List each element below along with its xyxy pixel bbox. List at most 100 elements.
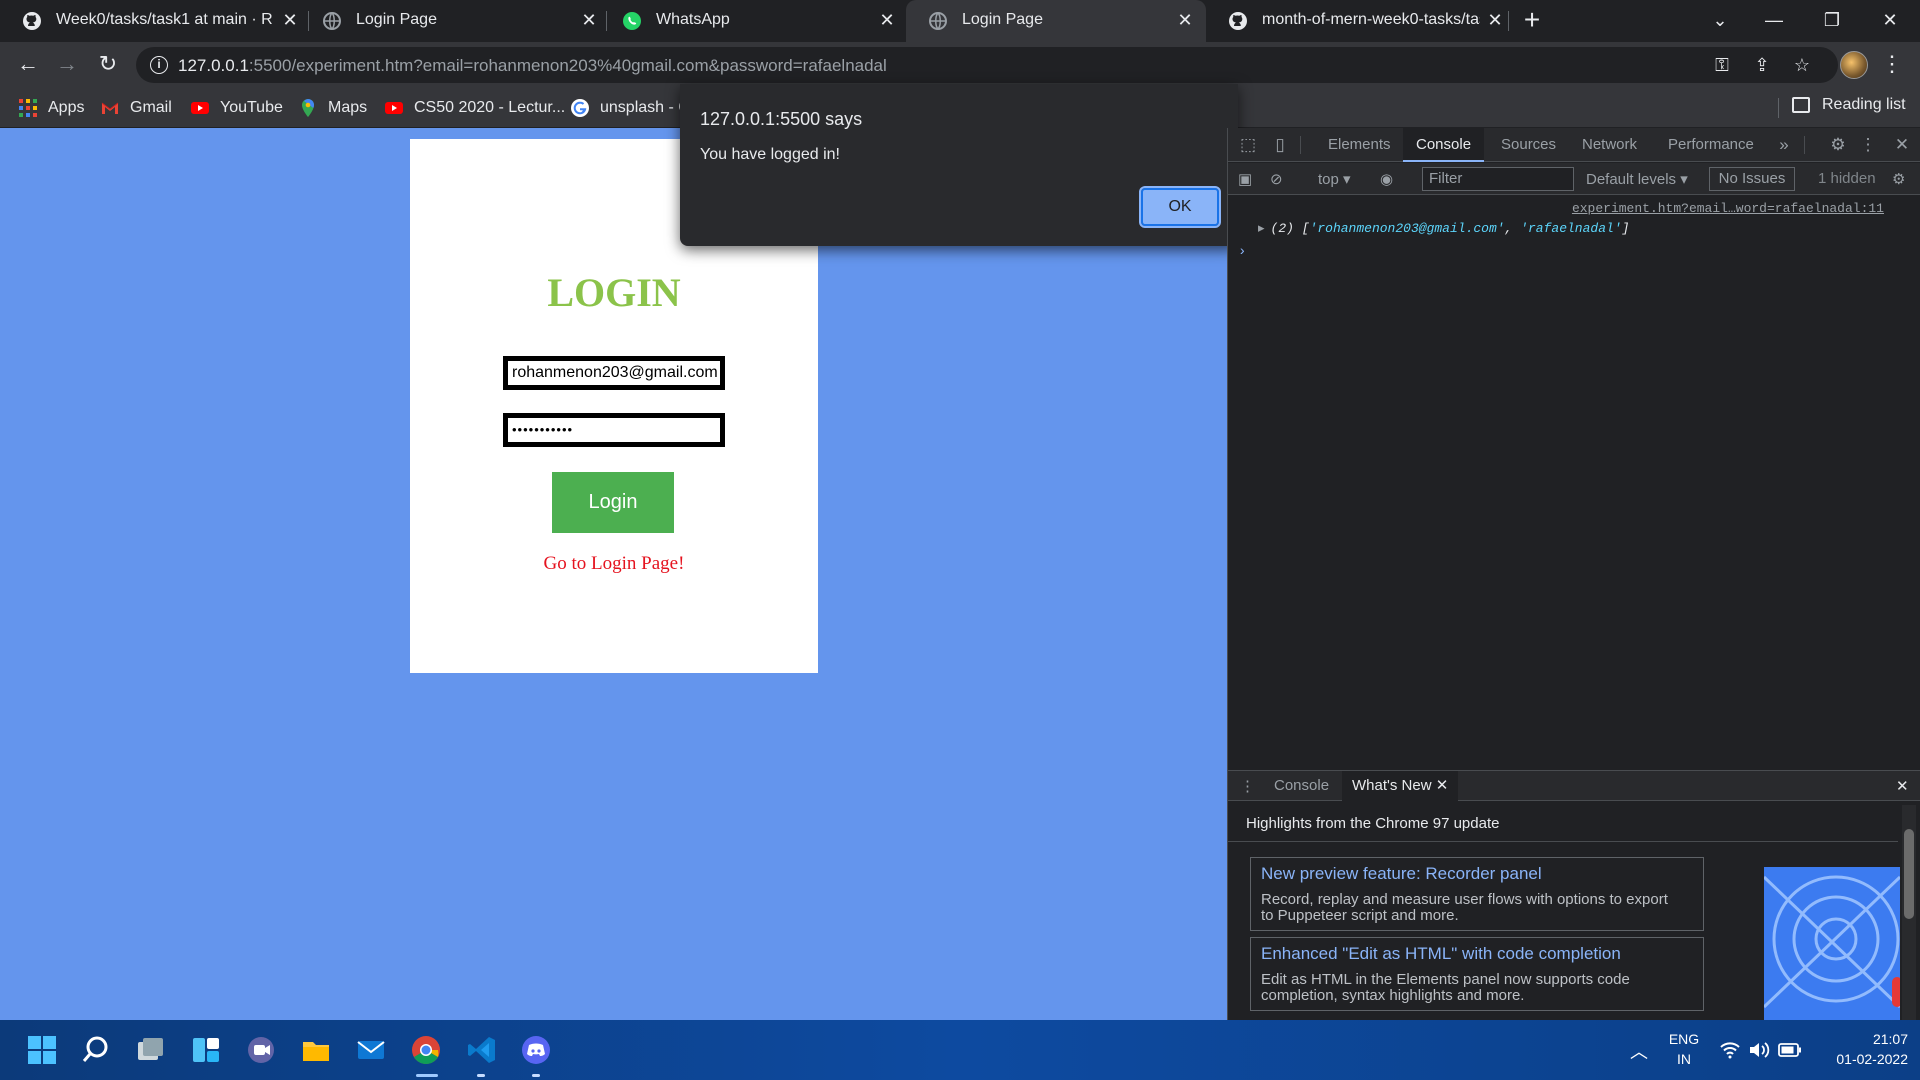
wifi-icon[interactable] [1720, 1041, 1740, 1059]
bookmark-youtube[interactable]: YouTube [190, 96, 283, 120]
reload-icon[interactable]: ↻ [92, 49, 124, 81]
close-window-button[interactable]: ✕ [1862, 0, 1918, 42]
new-tab-button[interactable]: + [1518, 6, 1546, 35]
tab-login-page-active[interactable]: Login Page ✕ [906, 0, 1206, 42]
feature-description: Record, replay and measure user flows wi… [1261, 891, 1668, 924]
drawer-tab-console[interactable]: Console [1274, 777, 1329, 794]
log-prefix: (2) [ [1270, 221, 1310, 236]
widgets-icon[interactable] [190, 1034, 222, 1066]
chrome-icon[interactable] [410, 1034, 442, 1066]
devtools-divider [1804, 136, 1805, 154]
more-tabs-chevron-icon[interactable]: » [1774, 135, 1794, 155]
share-icon[interactable]: ⇪ [1752, 55, 1772, 75]
drawer-scrollbar[interactable] [1902, 805, 1916, 1021]
tab-elements[interactable]: Elements [1328, 136, 1391, 153]
youtube-icon [191, 102, 209, 114]
go-to-login-link[interactable]: Go to Login Page! [410, 553, 818, 575]
bookmark-unsplash[interactable]: unsplash - G [570, 96, 691, 120]
email-field[interactable]: rohanmenon203@gmail.com [503, 356, 725, 390]
login-button[interactable]: Login [552, 472, 674, 533]
tab-login-page-1[interactable]: Login Page ✕ [300, 0, 600, 42]
bookmark-maps[interactable]: Maps [298, 96, 367, 120]
drawer-tab-whats-new[interactable]: What's New ✕ [1342, 771, 1459, 801]
tab-sources[interactable]: Sources [1501, 136, 1556, 153]
devtools-drawer: ⋮ Console What's New ✕ ✕ Highlights from… [1228, 770, 1920, 1021]
file-explorer-icon[interactable] [300, 1034, 332, 1066]
context-selector[interactable]: top ▾ [1318, 170, 1351, 188]
close-icon[interactable]: ✕ [578, 9, 600, 31]
language-indicator[interactable]: ENG IN [1668, 1031, 1700, 1067]
close-icon[interactable]: ✕ [876, 9, 898, 31]
close-icon[interactable]: ✕ [1484, 9, 1506, 31]
address-bar[interactable]: i 127.0.0.1:5500/experiment.htm?email=ro… [136, 47, 1838, 83]
log-levels-dropdown[interactable]: Default levels ▾ [1586, 170, 1688, 188]
drawer-menu-kebab-icon[interactable]: ⋮ [1240, 777, 1255, 795]
windows-start-icon[interactable] [26, 1034, 58, 1066]
feature-card[interactable]: New preview feature: Recorder panel Reco… [1250, 857, 1704, 931]
back-arrow-icon[interactable]: ← [12, 49, 44, 81]
tray-overflow-chevron-icon[interactable]: ︿ [1630, 1038, 1648, 1064]
forward-arrow-icon[interactable]: → [51, 49, 83, 81]
tab-network[interactable]: Network [1582, 136, 1637, 153]
password-field[interactable]: ••••••••••• [503, 413, 725, 447]
clear-console-icon[interactable]: ⊘ [1270, 170, 1283, 188]
bookmark-gmail[interactable]: Gmail [100, 96, 172, 120]
info-icon[interactable]: i [150, 56, 168, 74]
volume-icon[interactable] [1748, 1040, 1770, 1060]
minimize-button[interactable]: — [1746, 0, 1802, 42]
url-text[interactable]: 127.0.0.1:5500/experiment.htm?email=roha… [178, 56, 887, 76]
tab-console[interactable]: Console [1403, 128, 1485, 162]
customize-kebab-icon[interactable]: ⋮ [1858, 135, 1878, 155]
alert-ok-button[interactable]: OK [1139, 186, 1221, 228]
clock-date: 01-02-2022 [1836, 1051, 1908, 1067]
mail-icon[interactable] [355, 1034, 387, 1066]
tab-title: Week0/tasks/task1 at main · Rp2 [56, 11, 272, 28]
console-prompt-chevron-icon[interactable]: › [1238, 244, 1246, 260]
issues-button[interactable]: No Issues [1709, 167, 1795, 191]
tab-github-task1[interactable]: Week0/tasks/task1 at main · Rp2 ✕ [0, 0, 300, 42]
console-settings-gear-icon[interactable]: ⚙ [1892, 170, 1905, 188]
feature-card[interactable]: Enhanced "Edit as HTML" with code comple… [1250, 937, 1704, 1011]
clock-time: 21:07 [1872, 1031, 1908, 1047]
tab-github-month-of-mern[interactable]: month-of-mern-week0-tasks/tas ✕ [1206, 0, 1506, 42]
bookmark-cs50[interactable]: CS50 2020 - Lectur... [384, 96, 565, 120]
profile-avatar[interactable] [1840, 51, 1868, 79]
console-filter-input[interactable]: Filter [1422, 167, 1574, 191]
login-heading: LOGIN [547, 270, 681, 315]
chrome-menu-icon[interactable]: ⋮ [1880, 50, 1904, 80]
restore-button[interactable]: ❐ [1804, 0, 1860, 42]
settings-gear-icon[interactable]: ⚙ [1828, 135, 1848, 155]
bookmark-star-icon[interactable]: ☆ [1792, 55, 1812, 75]
reading-list-button[interactable]: Reading list [1792, 96, 1906, 114]
expand-triangle-icon[interactable]: ▸ [1258, 221, 1265, 236]
gmail-icon [101, 102, 119, 114]
teams-chat-icon[interactable] [245, 1034, 277, 1066]
feature-title[interactable]: Enhanced "Edit as HTML" with code comple… [1261, 944, 1621, 964]
close-devtools-icon[interactable]: ✕ [1892, 135, 1912, 155]
tab-search-chevron-icon[interactable]: ⌄ [1692, 0, 1748, 42]
close-drawer-icon[interactable]: ✕ [1896, 777, 1909, 795]
vscode-icon[interactable] [466, 1034, 498, 1066]
sidebar-toggle-icon[interactable]: ▣ [1238, 170, 1252, 188]
close-icon[interactable]: ✕ [279, 9, 301, 31]
scrollbar-thumb[interactable] [1904, 829, 1914, 919]
tab-whatsapp[interactable]: WhatsApp ✕ [600, 0, 906, 42]
search-icon[interactable] [80, 1034, 112, 1066]
console-log-entry[interactable]: ▸ (2) ['rohanmenon203@gmail.com', 'rafael… [1258, 221, 1629, 236]
close-icon[interactable]: ✕ [1436, 777, 1449, 794]
bookmark-apps[interactable]: Apps [18, 96, 84, 120]
inspect-element-icon[interactable]: ⬚ [1238, 135, 1258, 155]
device-toolbar-icon[interactable]: ▯ [1270, 135, 1290, 155]
close-icon[interactable]: ✕ [1174, 9, 1196, 31]
battery-icon[interactable] [1778, 1042, 1802, 1058]
live-expression-eye-icon[interactable]: ◉ [1380, 170, 1393, 188]
discord-icon[interactable] [520, 1034, 552, 1066]
console-log-source-link[interactable]: experiment.htm?email…word=rafaelnadal:11 [1572, 201, 1884, 216]
clock[interactable]: 21:07 01-02-2022 [1812, 1031, 1908, 1067]
feature-title[interactable]: New preview feature: Recorder panel [1261, 864, 1542, 884]
page-viewport: LOGIN rohanmenon203@gmail.com ••••••••••… [0, 128, 1227, 1020]
log-separator: , [1504, 221, 1521, 236]
tab-performance[interactable]: Performance [1668, 136, 1754, 153]
task-view-icon[interactable] [134, 1034, 166, 1066]
key-icon[interactable]: ⚿ [1712, 55, 1732, 75]
